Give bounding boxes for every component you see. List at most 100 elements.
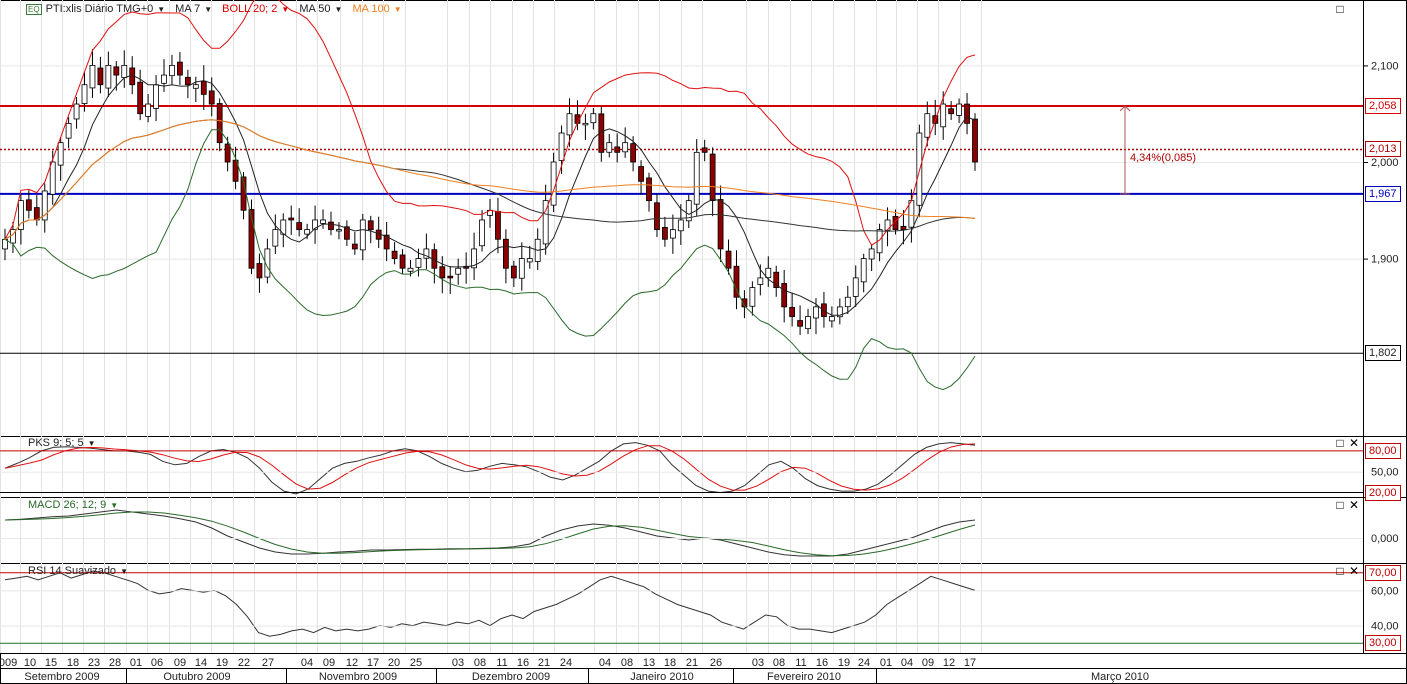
candle	[447, 275, 454, 279]
pks-label[interactable]: PKS 9; 5; 5	[28, 437, 84, 449]
candle	[606, 142, 613, 153]
candle	[781, 283, 788, 308]
y-tick-label: 2,000	[1371, 157, 1399, 169]
candle	[510, 265, 517, 279]
x-tick-label: 24	[560, 657, 572, 669]
ma50-label[interactable]: MA 50	[299, 3, 330, 15]
candle	[105, 65, 112, 89]
candle	[669, 229, 676, 239]
x-tick-label: 18	[67, 657, 79, 669]
candle	[304, 229, 311, 235]
candle	[57, 142, 64, 166]
x-tick-label: 26	[710, 657, 722, 669]
x-tick-label: 04	[301, 657, 313, 669]
month-label: Dezembro 2009	[472, 671, 550, 683]
eq-badge: EQ	[26, 3, 42, 15]
rsi-close-icon[interactable]: ✕	[1348, 565, 1360, 577]
pks-dropdown-icon[interactable]: ▼	[88, 439, 96, 448]
candle	[805, 316, 811, 330]
candle	[956, 103, 962, 116]
candle	[177, 61, 183, 76]
macd-label[interactable]: MACD 26; 12; 9	[28, 499, 106, 511]
symbol-label[interactable]: PTI:xlis Diário TMG+0	[46, 3, 154, 15]
month-label: Novembro 2009	[319, 671, 397, 683]
x-tick-label: 08	[621, 657, 633, 669]
ma100-label[interactable]: MA 100	[352, 3, 389, 15]
pks-level-label: 80,00	[1365, 442, 1401, 459]
candle	[582, 122, 589, 126]
macd-dropdown-icon[interactable]: ▼	[110, 501, 118, 510]
candle	[868, 248, 875, 260]
candle	[288, 217, 295, 221]
candle	[749, 287, 756, 307]
macd-maximize-icon[interactable]: □	[1334, 499, 1346, 511]
candle	[654, 202, 660, 231]
level-label: 1,802	[1365, 345, 1401, 362]
candle	[821, 303, 827, 317]
candle	[725, 250, 732, 269]
candle	[359, 219, 366, 251]
rsi-header: RSI 14 Suavizado ▼	[28, 565, 128, 577]
candle	[169, 65, 175, 77]
rsi-label[interactable]: RSI 14 Suavizado	[28, 565, 116, 577]
level-label: 1,967	[1365, 185, 1401, 202]
boll-label[interactable]: BOLL 20; 2	[222, 3, 277, 15]
candle	[89, 65, 96, 89]
chart-root: 009 10 15 18 23 28 01 06 09 14 19 22 27 04 09 12 17 20 25 0…	[0, 0, 1407, 684]
pks-maximize-icon[interactable]: □	[1334, 437, 1346, 449]
symbol-dropdown-icon[interactable]: ▼	[157, 5, 165, 14]
pks-level-label: 20,00	[1365, 484, 1401, 501]
candle	[184, 76, 191, 86]
candle	[73, 103, 80, 120]
month-label: Março 2010	[1091, 671, 1149, 683]
candle	[972, 118, 978, 163]
x-tick-label: 03	[452, 657, 464, 669]
candle	[192, 84, 199, 89]
candle	[272, 229, 279, 247]
y-tick-label: 2,100	[1371, 60, 1399, 72]
x-tick-label: 25	[410, 657, 422, 669]
candle	[479, 219, 485, 247]
candle	[336, 229, 342, 232]
maximize-icon[interactable]: □	[1334, 3, 1346, 15]
candle	[900, 225, 907, 231]
candle	[320, 219, 326, 224]
rsi-maximize-icon[interactable]: □	[1334, 565, 1346, 577]
candle	[296, 222, 303, 231]
rsi-dropdown-icon[interactable]: ▼	[120, 567, 128, 576]
candle	[701, 147, 708, 153]
x-tick-label: 28	[109, 657, 121, 669]
candle	[161, 74, 167, 84]
ma50-dropdown-icon[interactable]: ▼	[335, 5, 343, 14]
candle	[948, 108, 955, 115]
ma100-dropdown-icon[interactable]: ▼	[394, 5, 402, 14]
pks-header: PKS 9; 5; 5 ▼	[28, 437, 96, 449]
candle	[495, 210, 501, 240]
x-tick-label: 16	[517, 657, 529, 669]
x-tick-label: 13	[643, 657, 655, 669]
x-tick-label: 01	[880, 657, 892, 669]
x-tick-label: 09	[323, 657, 335, 669]
x-tick-label: 27	[262, 657, 274, 669]
candle	[113, 66, 120, 76]
rsi-level-label: 30,00	[1365, 635, 1401, 652]
candle	[860, 258, 867, 283]
macd-header: MACD 26; 12; 9 ▼	[28, 499, 118, 511]
macd-close-icon[interactable]: ✕	[1348, 499, 1360, 511]
x-tick-label: 08	[773, 657, 785, 669]
candle	[367, 220, 374, 231]
candle	[526, 258, 533, 263]
x-tick-label: 009	[0, 657, 17, 669]
rsi-tick-label: 60,00	[1371, 585, 1399, 597]
candle	[153, 84, 159, 109]
x-tick-label: 16	[816, 657, 828, 669]
candle	[709, 153, 716, 202]
x-tick-label: 03	[752, 657, 764, 669]
x-tick-label: 23	[88, 657, 100, 669]
boll-dropdown-icon[interactable]: ▼	[281, 5, 289, 14]
x-tick-label: 17	[367, 657, 379, 669]
ma7-dropdown-icon[interactable]: ▼	[204, 5, 212, 14]
pks-close-icon[interactable]: ✕	[1348, 437, 1360, 449]
ma7-label[interactable]: MA 7	[175, 3, 200, 15]
candle	[844, 296, 851, 308]
